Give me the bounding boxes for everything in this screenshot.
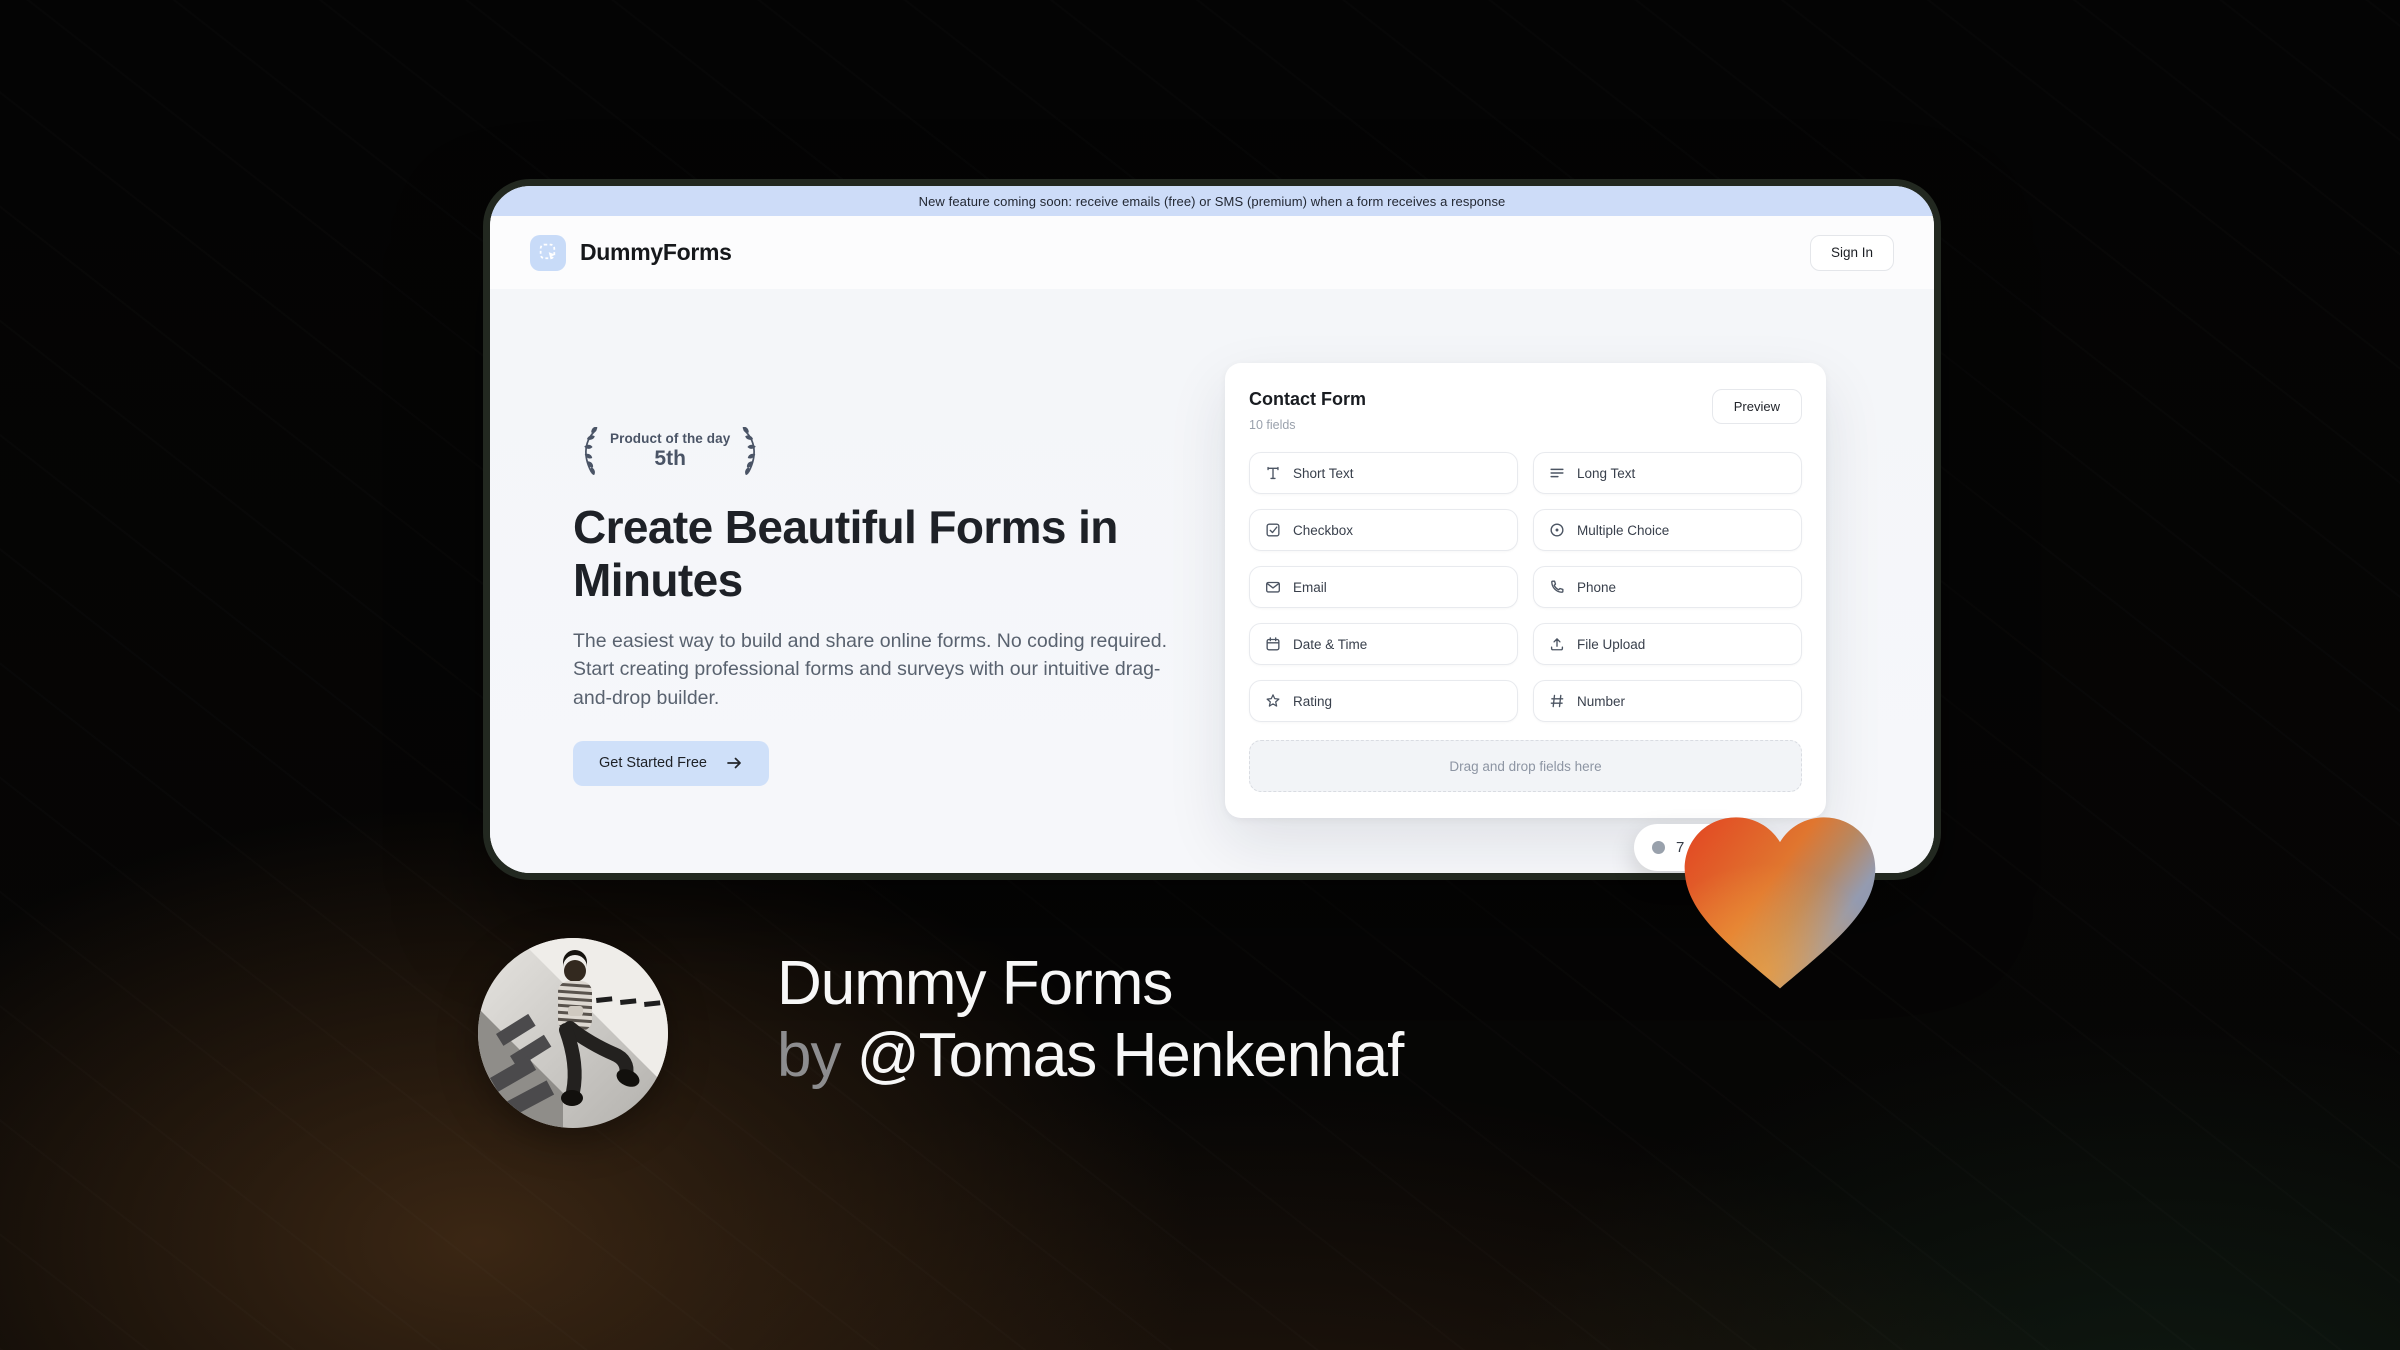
get-started-button[interactable]: Get Started Free xyxy=(573,740,769,786)
field-number[interactable]: Number xyxy=(1533,680,1802,722)
field-label: Phone xyxy=(1577,579,1617,595)
field-label: Long Text xyxy=(1577,465,1636,481)
long-text-icon xyxy=(1548,464,1566,482)
credit-product-name: Dummy Forms xyxy=(777,949,1173,1018)
award-title: Product of the day xyxy=(610,431,731,446)
checkbox-icon xyxy=(1264,521,1282,539)
product-of-the-day-badge: Product of the day 5th xyxy=(575,427,765,475)
email-icon xyxy=(1264,578,1282,596)
field-checkbox[interactable]: Checkbox xyxy=(1249,509,1518,551)
file-upload-icon xyxy=(1548,635,1566,653)
sign-in-button[interactable]: Sign In xyxy=(1809,234,1894,271)
field-label: Rating xyxy=(1293,693,1333,709)
credit-author: @Tomas Henkenhaf xyxy=(856,1020,1405,1090)
field-multiple-choice[interactable]: Multiple Choice xyxy=(1533,509,1802,551)
site-header: DummyForms Sign In xyxy=(490,216,1934,289)
field-label: Checkbox xyxy=(1293,522,1354,538)
field-rating[interactable]: Rating xyxy=(1249,680,1518,722)
field-short-text[interactable]: Short Text xyxy=(1249,452,1518,494)
avatar-photo xyxy=(478,938,668,1128)
laurel-right-icon xyxy=(742,427,757,475)
preview-button[interactable]: Preview xyxy=(1711,389,1802,424)
announcement-banner: New feature coming soon: receive emails … xyxy=(490,186,1934,216)
dropzone[interactable]: Drag and drop fields here xyxy=(1249,740,1802,792)
credit-by: by xyxy=(777,1020,857,1090)
field-label: Multiple Choice xyxy=(1577,522,1670,538)
field-label: File Upload xyxy=(1577,636,1646,652)
hero-description: The easiest way to build and share onlin… xyxy=(573,629,1167,710)
heart-icon xyxy=(1684,817,1876,989)
field-file-upload[interactable]: File Upload xyxy=(1533,623,1802,665)
credit-text: Dummy Forms by @Tomas Henkenhaf xyxy=(777,948,1405,1092)
multiple-choice-icon xyxy=(1548,521,1566,539)
browser-window: New feature coming soon: receive emails … xyxy=(490,186,1934,873)
field-email[interactable]: Email xyxy=(1249,566,1518,608)
hero-section: Product of the day 5th Create Beautiful … xyxy=(490,289,1934,873)
field-long-text[interactable]: Long Text xyxy=(1533,452,1802,494)
brand-name[interactable]: DummyForms xyxy=(580,239,732,266)
phone-icon xyxy=(1548,578,1566,596)
rating-icon xyxy=(1264,692,1282,710)
dummyforms-logo-icon[interactable] xyxy=(530,234,566,271)
field-palette: Short Text Long Text Checkbox Multiple C… xyxy=(1249,452,1802,722)
number-icon xyxy=(1548,692,1566,710)
arrow-right-icon xyxy=(727,757,741,769)
avatar xyxy=(478,938,668,1128)
form-field-count: 10 fields xyxy=(1249,418,1296,432)
field-label: Short Text xyxy=(1293,465,1354,481)
counter-dot-icon xyxy=(1652,841,1665,854)
field-datetime[interactable]: Date & Time xyxy=(1249,623,1518,665)
laurel-left-icon xyxy=(583,427,599,475)
field-label: Email xyxy=(1293,579,1327,595)
field-label: Number xyxy=(1577,693,1626,709)
dropzone-text: Drag and drop fields here xyxy=(1449,758,1602,774)
datetime-icon xyxy=(1264,635,1282,653)
short-text-icon xyxy=(1264,464,1282,482)
field-phone[interactable]: Phone xyxy=(1533,566,1802,608)
announcement-text: New feature coming soon: receive emails … xyxy=(918,193,1506,209)
page-title: Create Beautiful Forms in Minutes xyxy=(573,501,1118,606)
form-builder-card: Contact Form 10 fields Preview Short Tex… xyxy=(1225,363,1826,818)
form-title: Contact Form xyxy=(1249,389,1366,409)
field-label: Date & Time xyxy=(1293,636,1368,652)
cta-label: Get Started Free xyxy=(599,755,707,772)
award-rank: 5th xyxy=(654,447,686,470)
hero-copy: Product of the day 5th Create Beautiful … xyxy=(573,427,1193,786)
